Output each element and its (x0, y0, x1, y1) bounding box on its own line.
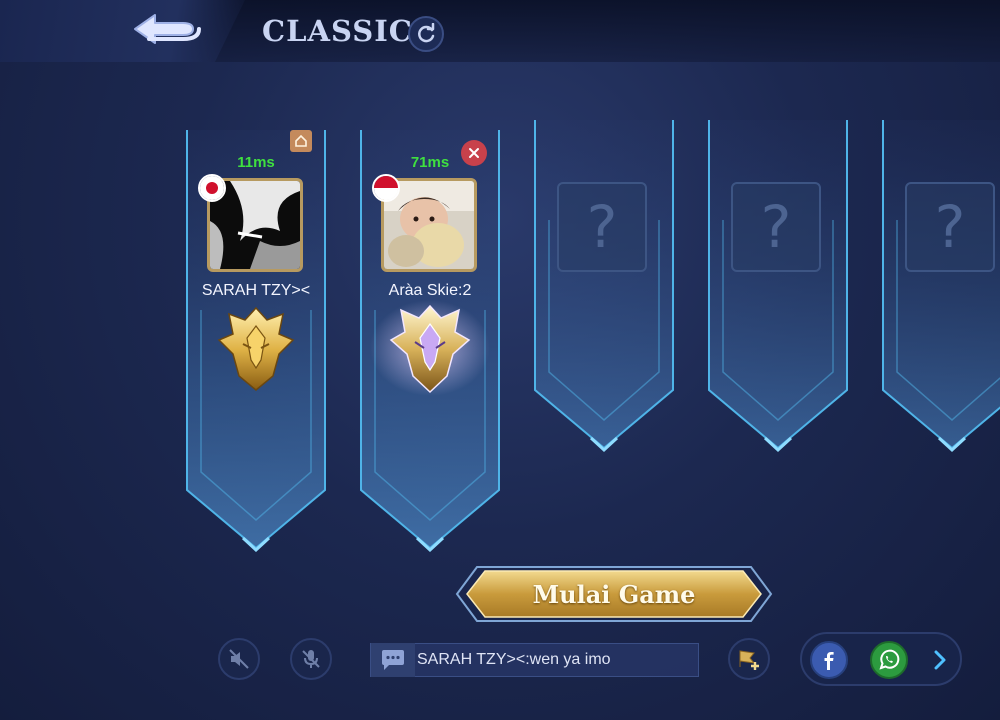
back-arrow-icon (134, 14, 201, 44)
player-name: Aràa Skie:2 (388, 282, 472, 299)
slot-banner (534, 120, 674, 453)
chevron-right-icon (934, 650, 946, 670)
facebook-icon (824, 652, 834, 670)
mic-muted-icon (302, 650, 320, 668)
team-slot-1: 11ms SARAH TZY>< (183, 120, 329, 552)
whatsapp-share-button[interactable] (870, 641, 908, 679)
chat-input[interactable]: SARAH TZY><:wen ya imo (370, 643, 699, 677)
empty-slot-placeholder: ? (557, 182, 647, 272)
start-game-label: Mulai Game (532, 579, 696, 609)
chat-message: SARAH TZY><:wen ya imo (417, 651, 611, 668)
team-slot-2: 71ms Aràa Skie:2 (357, 120, 503, 552)
ping-label: 11ms (237, 154, 275, 171)
facebook-share-button[interactable] (810, 641, 848, 679)
team-slot-3[interactable]: ? (531, 110, 677, 542)
speaker-toggle-button[interactable] (218, 638, 260, 680)
player-name: SARAH TZY>< (201, 282, 311, 299)
invite-button[interactable] (728, 638, 770, 680)
refresh-button[interactable] (408, 16, 444, 52)
empty-slot-placeholder: ? (731, 182, 821, 272)
back-button[interactable] (122, 8, 210, 54)
host-icon (290, 130, 312, 152)
mythic-glory-rank-icon (389, 304, 471, 394)
mic-toggle-button[interactable] (290, 638, 332, 680)
slot-banner (882, 120, 1000, 453)
invite-flag-icon (739, 650, 759, 670)
team-slot-5[interactable]: ? (879, 110, 1000, 542)
indonesia-flag-icon (372, 174, 400, 202)
ping-label: 71ms (410, 154, 450, 171)
refresh-icon (418, 23, 435, 43)
start-game-button[interactable]: Mulai Game (455, 563, 773, 625)
share-bar (800, 632, 962, 686)
chat-bubble-icon (371, 643, 415, 677)
speaker-muted-icon (229, 649, 249, 669)
more-share-button[interactable] (928, 646, 952, 674)
mode-title: CLASSIC (262, 14, 413, 48)
whatsapp-icon (879, 649, 900, 670)
slot-banner (708, 120, 848, 453)
empty-slot-placeholder: ? (905, 182, 995, 272)
japan-flag-icon (198, 174, 226, 202)
team-slot-4[interactable]: ? (705, 110, 851, 542)
mythic-rank-icon (217, 306, 295, 391)
